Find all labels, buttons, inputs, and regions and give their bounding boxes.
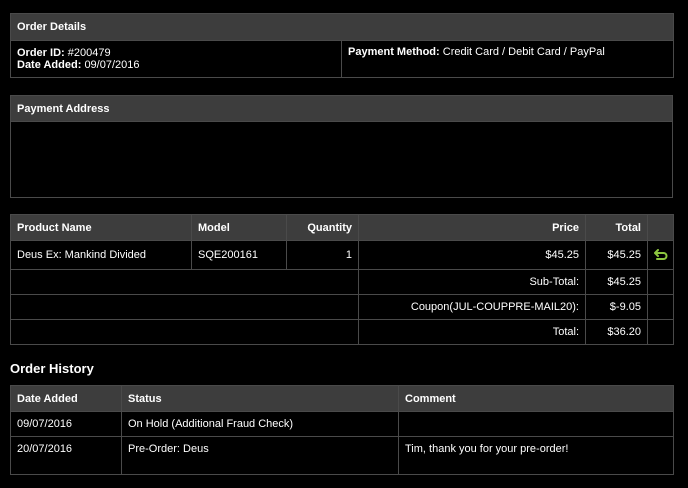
total-label: Total: (358, 319, 586, 345)
payment-method-cell: Payment Method: Credit Card / Debit Card… (341, 40, 674, 78)
col-total: Total (585, 214, 648, 241)
product-total: $45.25 (585, 240, 648, 270)
order-info-cell: Order ID: #200479 Date Added: 09/07/2016 (10, 40, 342, 78)
total-value: $36.20 (585, 319, 648, 345)
col-product-name: Product Name (10, 214, 192, 241)
history-status: On Hold (Additional Fraud Check) (121, 411, 399, 437)
col-price: Price (358, 214, 586, 241)
payment-method-label: Payment Method: (348, 46, 440, 58)
payment-address-title: Payment Address (10, 95, 673, 122)
order-history-table: Date Added Status Comment 09/07/2016 On … (10, 385, 674, 475)
products-table: Product Name Model Quantity Price Total … (10, 214, 674, 345)
total-row: Total: $36.20 (10, 319, 674, 345)
product-action-cell (647, 240, 674, 270)
order-id-value: #200479 (67, 47, 111, 59)
payment-method-value: Credit Card / Debit Card / PayPal (442, 46, 605, 58)
col-action (647, 214, 674, 241)
history-status: Pre-Order: Deus (121, 436, 399, 475)
date-added-label: Date Added: (17, 59, 82, 71)
coupon-row: Coupon(JUL-COUPPRE-MAIL20): $-9.05 (10, 294, 674, 320)
history-row: 20/07/2016 Pre-Order: Deus Tim, thank yo… (10, 436, 674, 475)
order-history-title: Order History (10, 361, 94, 376)
product-name: Deus Ex: Mankind Divided (10, 240, 192, 270)
coupon-label: Coupon(JUL-COUPPRE-MAIL20): (358, 294, 586, 320)
history-date: 20/07/2016 (10, 436, 122, 475)
col-history-date: Date Added (10, 385, 122, 412)
order-id-line: Order ID: #200479 (17, 47, 335, 59)
payment-address-content (10, 121, 673, 198)
subtotal-row: Sub-Total: $45.25 (10, 269, 674, 295)
col-history-comment: Comment (398, 385, 674, 412)
subtotal-label: Sub-Total: (358, 269, 586, 295)
product-quantity: 1 (286, 240, 359, 270)
order-details-table: Order Details Order ID: #200479 Date Add… (10, 13, 674, 78)
history-row: 09/07/2016 On Hold (Additional Fraud Che… (10, 411, 674, 437)
history-comment: Tim, thank you for your pre-order! (398, 436, 674, 475)
subtotal-value: $45.25 (585, 269, 648, 295)
date-added-value: 09/07/2016 (84, 59, 140, 71)
col-history-status: Status (121, 385, 399, 412)
date-added-line: Date Added: 09/07/2016 (17, 59, 335, 71)
product-price: $45.25 (358, 240, 586, 270)
history-comment (398, 411, 674, 437)
col-model: Model (191, 214, 287, 241)
coupon-value: $-9.05 (585, 294, 648, 320)
history-date: 09/07/2016 (10, 411, 122, 437)
product-model: SQE200161 (191, 240, 287, 270)
col-quantity: Quantity (286, 214, 359, 241)
order-id-label: Order ID: (17, 47, 65, 59)
payment-address-table: Payment Address (10, 95, 673, 198)
product-row: Deus Ex: Mankind Divided SQE200161 1 $45… (10, 240, 674, 270)
return-arrow-icon[interactable] (653, 249, 668, 261)
order-details-title: Order Details (10, 13, 674, 41)
